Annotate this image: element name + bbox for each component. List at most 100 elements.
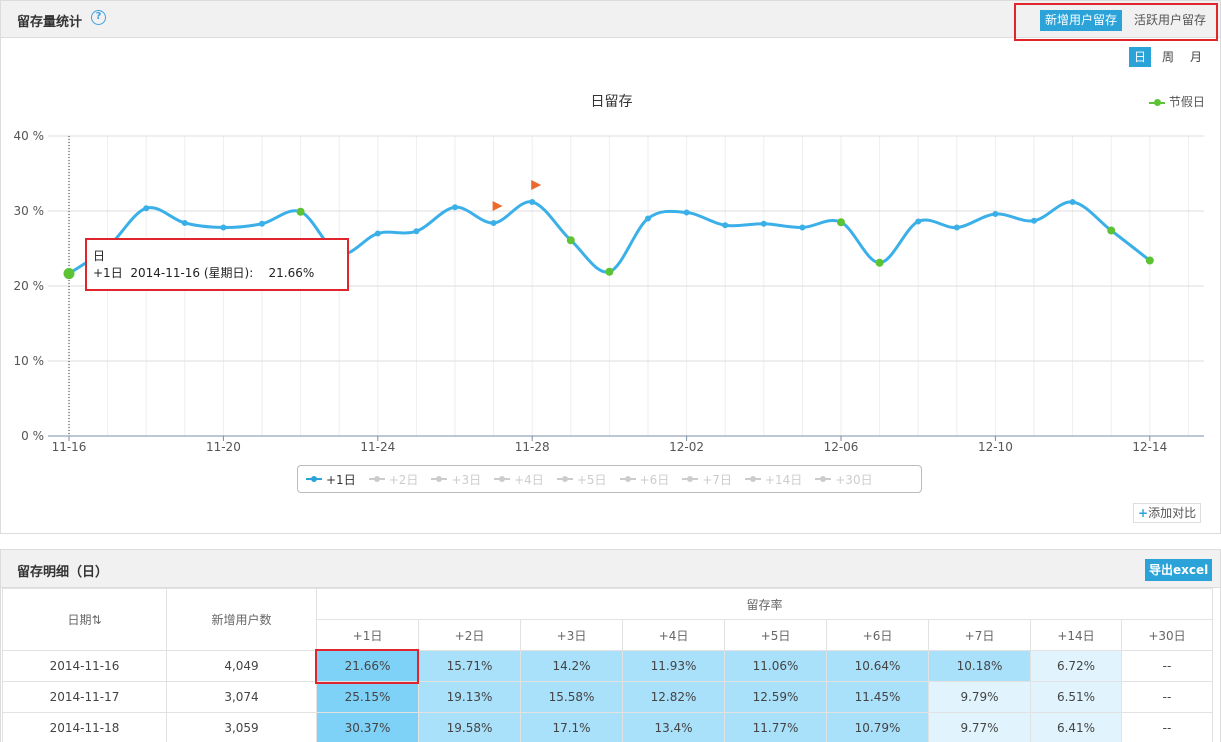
- cell-retention-rate: 10.79%: [826, 712, 929, 742]
- series-legend-item[interactable]: +1日: [306, 471, 356, 488]
- data-point: [413, 228, 420, 235]
- cell-retention-rate: 10.18%: [928, 650, 1031, 682]
- retention-detail-table: 日期⇅ 新增用户数 留存率 +1日 +2日 +3日 +4日 +5日 +6日 +7日 +14日 +…: [2, 588, 1213, 742]
- plus-icon: +: [1138, 506, 1149, 520]
- data-point: [143, 205, 150, 212]
- export-excel-button[interactable]: 导出excel: [1145, 559, 1213, 581]
- series-legend-item[interactable]: +14日: [744, 471, 802, 488]
- period-week-button[interactable]: 周: [1157, 47, 1179, 67]
- cell-retention-rate: 19.58%: [418, 712, 521, 742]
- add-compare-label: 添加对比: [1148, 506, 1197, 520]
- series-legend-marker: [306, 476, 322, 482]
- series-legend-marker: [494, 476, 511, 482]
- highlight-box-cell: [315, 649, 419, 684]
- cell-retention-rate: 6.51%: [1030, 681, 1122, 713]
- x-tick-label: 12-02: [669, 440, 704, 454]
- series-legend-label: +5日: [576, 472, 607, 487]
- tooltip-title: 日: [93, 249, 106, 263]
- cell-retention-rate: 14.2%: [520, 650, 623, 682]
- series-legend-marker: [744, 476, 761, 482]
- cell-retention-rate: 10.64%: [826, 650, 929, 682]
- series-legend-marker: [431, 476, 448, 482]
- cell-retention-rate: 11.45%: [826, 681, 929, 713]
- cell-retention-rate: 11.93%: [622, 650, 725, 682]
- x-tick-label: 12-06: [824, 440, 859, 454]
- series-legend-label: +1日: [326, 472, 356, 487]
- holiday-point: [1145, 256, 1154, 265]
- cell-retention-rate: --: [1121, 650, 1213, 682]
- series-legend-item[interactable]: +3日: [431, 471, 481, 488]
- data-point: [259, 220, 265, 227]
- holiday-point: [566, 236, 575, 245]
- x-tick-label: 11-24: [360, 440, 395, 454]
- cell-retention-rate: 30.37%: [316, 712, 419, 742]
- series-legend-item[interactable]: +4日: [494, 471, 544, 488]
- holiday-legend-marker: [1149, 98, 1165, 106]
- series-legend-item[interactable]: +5日: [556, 471, 607, 488]
- data-point: [992, 211, 999, 217]
- cell-retention-rate: --: [1121, 712, 1213, 742]
- data-point: [799, 224, 806, 231]
- cell-retention-rate: 15.71%: [418, 650, 521, 682]
- cell-retention-rate: 12.82%: [622, 681, 725, 713]
- data-point: [722, 222, 729, 229]
- col-header-new-users: 新增用户数: [166, 588, 317, 651]
- table-row: 2014-11-17 3,074 25.15% 19.13% 15.58% 12.82% 1…: [2, 681, 1213, 713]
- cell-retention-rate: --: [1121, 681, 1213, 713]
- cell-date: 2014-11-16: [2, 650, 167, 682]
- highlight-box-tabs: [1014, 3, 1218, 41]
- series-legend-marker: [556, 476, 573, 482]
- table-row: 2014-11-16 4,049 21.66% 15.71% 14.2% 11.93% 11…: [2, 650, 1213, 682]
- holiday-point: [605, 267, 614, 276]
- add-compare-button[interactable]: +添加对比: [1133, 503, 1202, 523]
- period-day-button[interactable]: 日: [1129, 47, 1151, 67]
- series-legend-item[interactable]: +7日: [682, 471, 732, 488]
- series-legend-label: +3日: [451, 472, 482, 487]
- detail-panel: 留存明细（日） 导出excel 日期⇅ 新增用户数 留存率 +1日 +2日 +3日 +…: [0, 549, 1221, 742]
- chart-tooltip: 日 +1日 2014-11-16 (星期日): 21.66%: [85, 238, 349, 291]
- series-legend-item[interactable]: +6日: [619, 471, 669, 488]
- cell-date: 2014-11-18: [2, 712, 167, 742]
- col-header-day: +3日: [520, 619, 623, 651]
- series-legend-marker: [815, 476, 832, 482]
- series-legend-item[interactable]: +30日: [815, 471, 873, 488]
- holiday-point: [296, 207, 305, 216]
- x-tick-label: 12-10: [978, 440, 1013, 454]
- detail-panel-title: 留存明细（日）: [17, 565, 109, 580]
- col-header-day: +2日: [418, 619, 521, 651]
- help-icon[interactable]: ?: [91, 10, 106, 25]
- data-point: [683, 209, 690, 216]
- data-point: [915, 218, 922, 225]
- data-point: [645, 215, 651, 222]
- series-legend-label: +2日: [388, 472, 419, 487]
- cell-new-users: 3,074: [166, 681, 317, 713]
- holiday-legend[interactable]: 节假日: [1149, 93, 1205, 110]
- data-point: [1069, 199, 1076, 205]
- x-tick-label: 11-16: [52, 440, 87, 454]
- data-point: [181, 220, 188, 226]
- chart-title: 日留存: [590, 94, 633, 110]
- col-header-day: +14日: [1030, 619, 1122, 651]
- detail-panel-header: 留存明细（日） 导出excel: [1, 550, 1220, 588]
- y-tick-label: 0 %: [21, 429, 44, 443]
- series-legend-marker: [619, 476, 636, 482]
- series-legend: +1日 +2日 +3日 +4日 +5日 +6日 +7日 +14日 +30日: [297, 465, 922, 493]
- col-header-day: +1日: [316, 619, 419, 651]
- y-tick-label: 20 %: [14, 279, 45, 293]
- cell-retention-rate: 6.41%: [1030, 712, 1122, 742]
- series-legend-item[interactable]: +2日: [368, 471, 419, 488]
- data-point: [529, 199, 536, 205]
- cell-new-users: 4,049: [166, 650, 317, 682]
- data-point: [490, 220, 497, 226]
- period-month-button[interactable]: 月: [1185, 47, 1207, 67]
- holiday-point: [1107, 226, 1116, 235]
- cell-retention-rate: 11.77%: [724, 712, 827, 742]
- col-header-retention-rate: 留存率: [316, 588, 1213, 620]
- col-header-date[interactable]: 日期⇅: [2, 588, 167, 651]
- cell-retention-rate: 9.77%: [928, 712, 1031, 742]
- col-header-day: +30日: [1121, 619, 1213, 651]
- cell-retention-rate: 25.15%: [316, 681, 419, 713]
- holiday-point: [63, 268, 75, 280]
- x-tick-label: 11-28: [515, 440, 550, 454]
- x-tick-label: 12-14: [1132, 440, 1167, 454]
